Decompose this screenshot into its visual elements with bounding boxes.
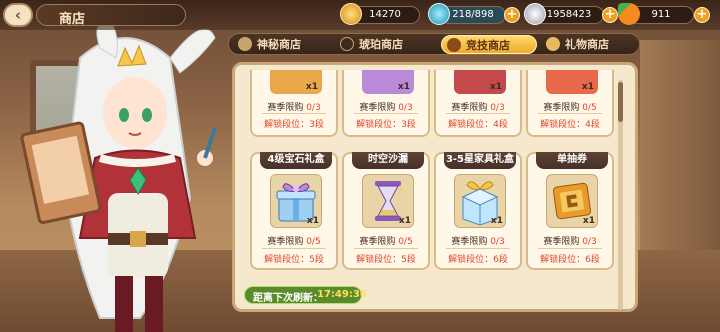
- unlock-rank: 解锁段位：5段: [356, 255, 416, 265]
- item-quantity: x1: [490, 216, 503, 226]
- divider: [354, 248, 418, 249]
- gold-coin-icon: [340, 3, 362, 25]
- unlock-rank: 解锁段位：3段: [264, 120, 324, 130]
- gold-value: 14270: [369, 9, 401, 20]
- store-item-card[interactable]: 3-5星家具礼盒 x1 赛季限购 0/3 解锁段位：6段: [434, 152, 522, 270]
- tab-label: 竞技商店: [466, 39, 510, 52]
- add-carrot-button[interactable]: +: [694, 7, 710, 23]
- tab-arena-store[interactable]: 竞技商店: [441, 35, 537, 54]
- item-quantity: x1: [306, 216, 319, 226]
- divider: [538, 113, 602, 114]
- carrot-value: 911: [651, 9, 671, 20]
- purchase-limit: 赛季限购 0/3: [451, 103, 505, 113]
- unlock-rank: 解锁段位：4段: [540, 120, 600, 130]
- unlock-rank: 解锁段位：6段: [448, 255, 508, 265]
- purchase-limit: 赛季限购 0/3: [543, 237, 597, 247]
- item-quantity: x1: [489, 82, 502, 92]
- store-item-card[interactable]: 单抽券 x1 赛季限购 0/3 解锁段位：6段: [526, 152, 614, 270]
- background-wall: [640, 40, 720, 270]
- carrot-icon: [618, 3, 640, 25]
- stamina-bottle-icon: [428, 3, 450, 25]
- purchase-limit: 赛季限购 0/5: [359, 237, 413, 247]
- item-frame: x1: [362, 174, 414, 228]
- unlock-rank: 解锁段位：5段: [264, 255, 324, 265]
- tab-amber-store[interactable]: 琥珀商店: [335, 35, 435, 54]
- add-stamina-button[interactable]: +: [504, 7, 520, 23]
- refresh-countdown: 17:49:36: [317, 289, 367, 300]
- unlock-rank: 解锁段位：3段: [356, 120, 416, 130]
- purchase-limit: 赛季限购 0/5: [267, 237, 321, 247]
- tab-label: 琥珀商店: [359, 38, 403, 51]
- page-title: 商店: [59, 12, 86, 27]
- purchase-limit: 赛季限购 0/3: [267, 103, 321, 113]
- item-quantity: x1: [581, 82, 594, 92]
- refresh-timer: 距离下次刷新： 17:49:36: [244, 286, 367, 304]
- divider: [538, 248, 602, 249]
- item-name: 3-5星家具礼盒: [444, 152, 516, 169]
- purchase-limit: 赛季限购 0/3: [359, 103, 413, 113]
- purchase-limit: 赛季限购 0/3: [451, 237, 505, 247]
- divider: [446, 113, 510, 114]
- divider: [262, 113, 326, 114]
- store-item-card[interactable]: x1 赛季限购 0/3 解锁段位：4段: [434, 70, 522, 137]
- silver-value: 1958423: [546, 9, 592, 20]
- divider: [262, 248, 326, 249]
- item-quantity: x1: [397, 82, 410, 92]
- add-silver-button[interactable]: +: [602, 7, 618, 23]
- item-name: 单抽券: [536, 152, 608, 169]
- item-frame: x1: [546, 174, 598, 228]
- back-button[interactable]: ‹: [3, 3, 33, 27]
- item-quantity: x1: [305, 82, 318, 92]
- character-illustration: [20, 22, 217, 332]
- stamina-value: 218/898: [452, 9, 494, 20]
- item-quantity: x1: [398, 216, 411, 226]
- store-item-card[interactable]: 4级宝石礼盒 x1 赛季限购 0/5 解锁段位：5段: [250, 152, 338, 270]
- tab-gift-store[interactable]: 礼物商店: [541, 35, 637, 54]
- purchase-limit: 赛季限购 0/5: [543, 103, 597, 113]
- arena-store-icon: [447, 38, 461, 52]
- store-item-card[interactable]: x1 赛季限购 0/3 解锁段位：3段: [342, 70, 430, 137]
- item-name: 时空沙漏: [352, 152, 424, 169]
- divider: [446, 248, 510, 249]
- amber-store-icon: [340, 37, 354, 51]
- refresh-label: 距离下次刷新：: [253, 293, 323, 304]
- tab-label: 神秘商店: [257, 38, 301, 51]
- item-name: 4级宝石礼盒: [260, 152, 332, 169]
- store-item-card[interactable]: x1 赛季限购 0/5 解锁段位：4段: [526, 70, 614, 137]
- tab-label: 礼物商店: [565, 38, 609, 51]
- divider: [354, 113, 418, 114]
- unlock-rank: 解锁段位：6段: [540, 255, 600, 265]
- title-plate: 商店: [36, 4, 186, 27]
- tab-mystic-store[interactable]: 神秘商店: [233, 35, 329, 54]
- scrollbar-thumb[interactable]: [618, 82, 623, 122]
- unlock-rank: 解锁段位：4段: [448, 120, 508, 130]
- item-frame: x1: [454, 174, 506, 228]
- gift-store-icon: [546, 37, 560, 51]
- store-item-card[interactable]: 时空沙漏 x1 赛季限购 0/5 解锁段位：5段: [342, 152, 430, 270]
- store-tab-bar: 神秘商店 琥珀商店 竞技商店 礼物商店: [228, 33, 640, 55]
- mystic-store-icon: [238, 37, 252, 51]
- silver-coin-icon: [524, 3, 546, 25]
- item-quantity: x1: [582, 216, 595, 226]
- store-item-card[interactable]: x1 赛季限购 0/3 解锁段位：3段: [250, 70, 338, 137]
- item-frame: x1: [270, 174, 322, 228]
